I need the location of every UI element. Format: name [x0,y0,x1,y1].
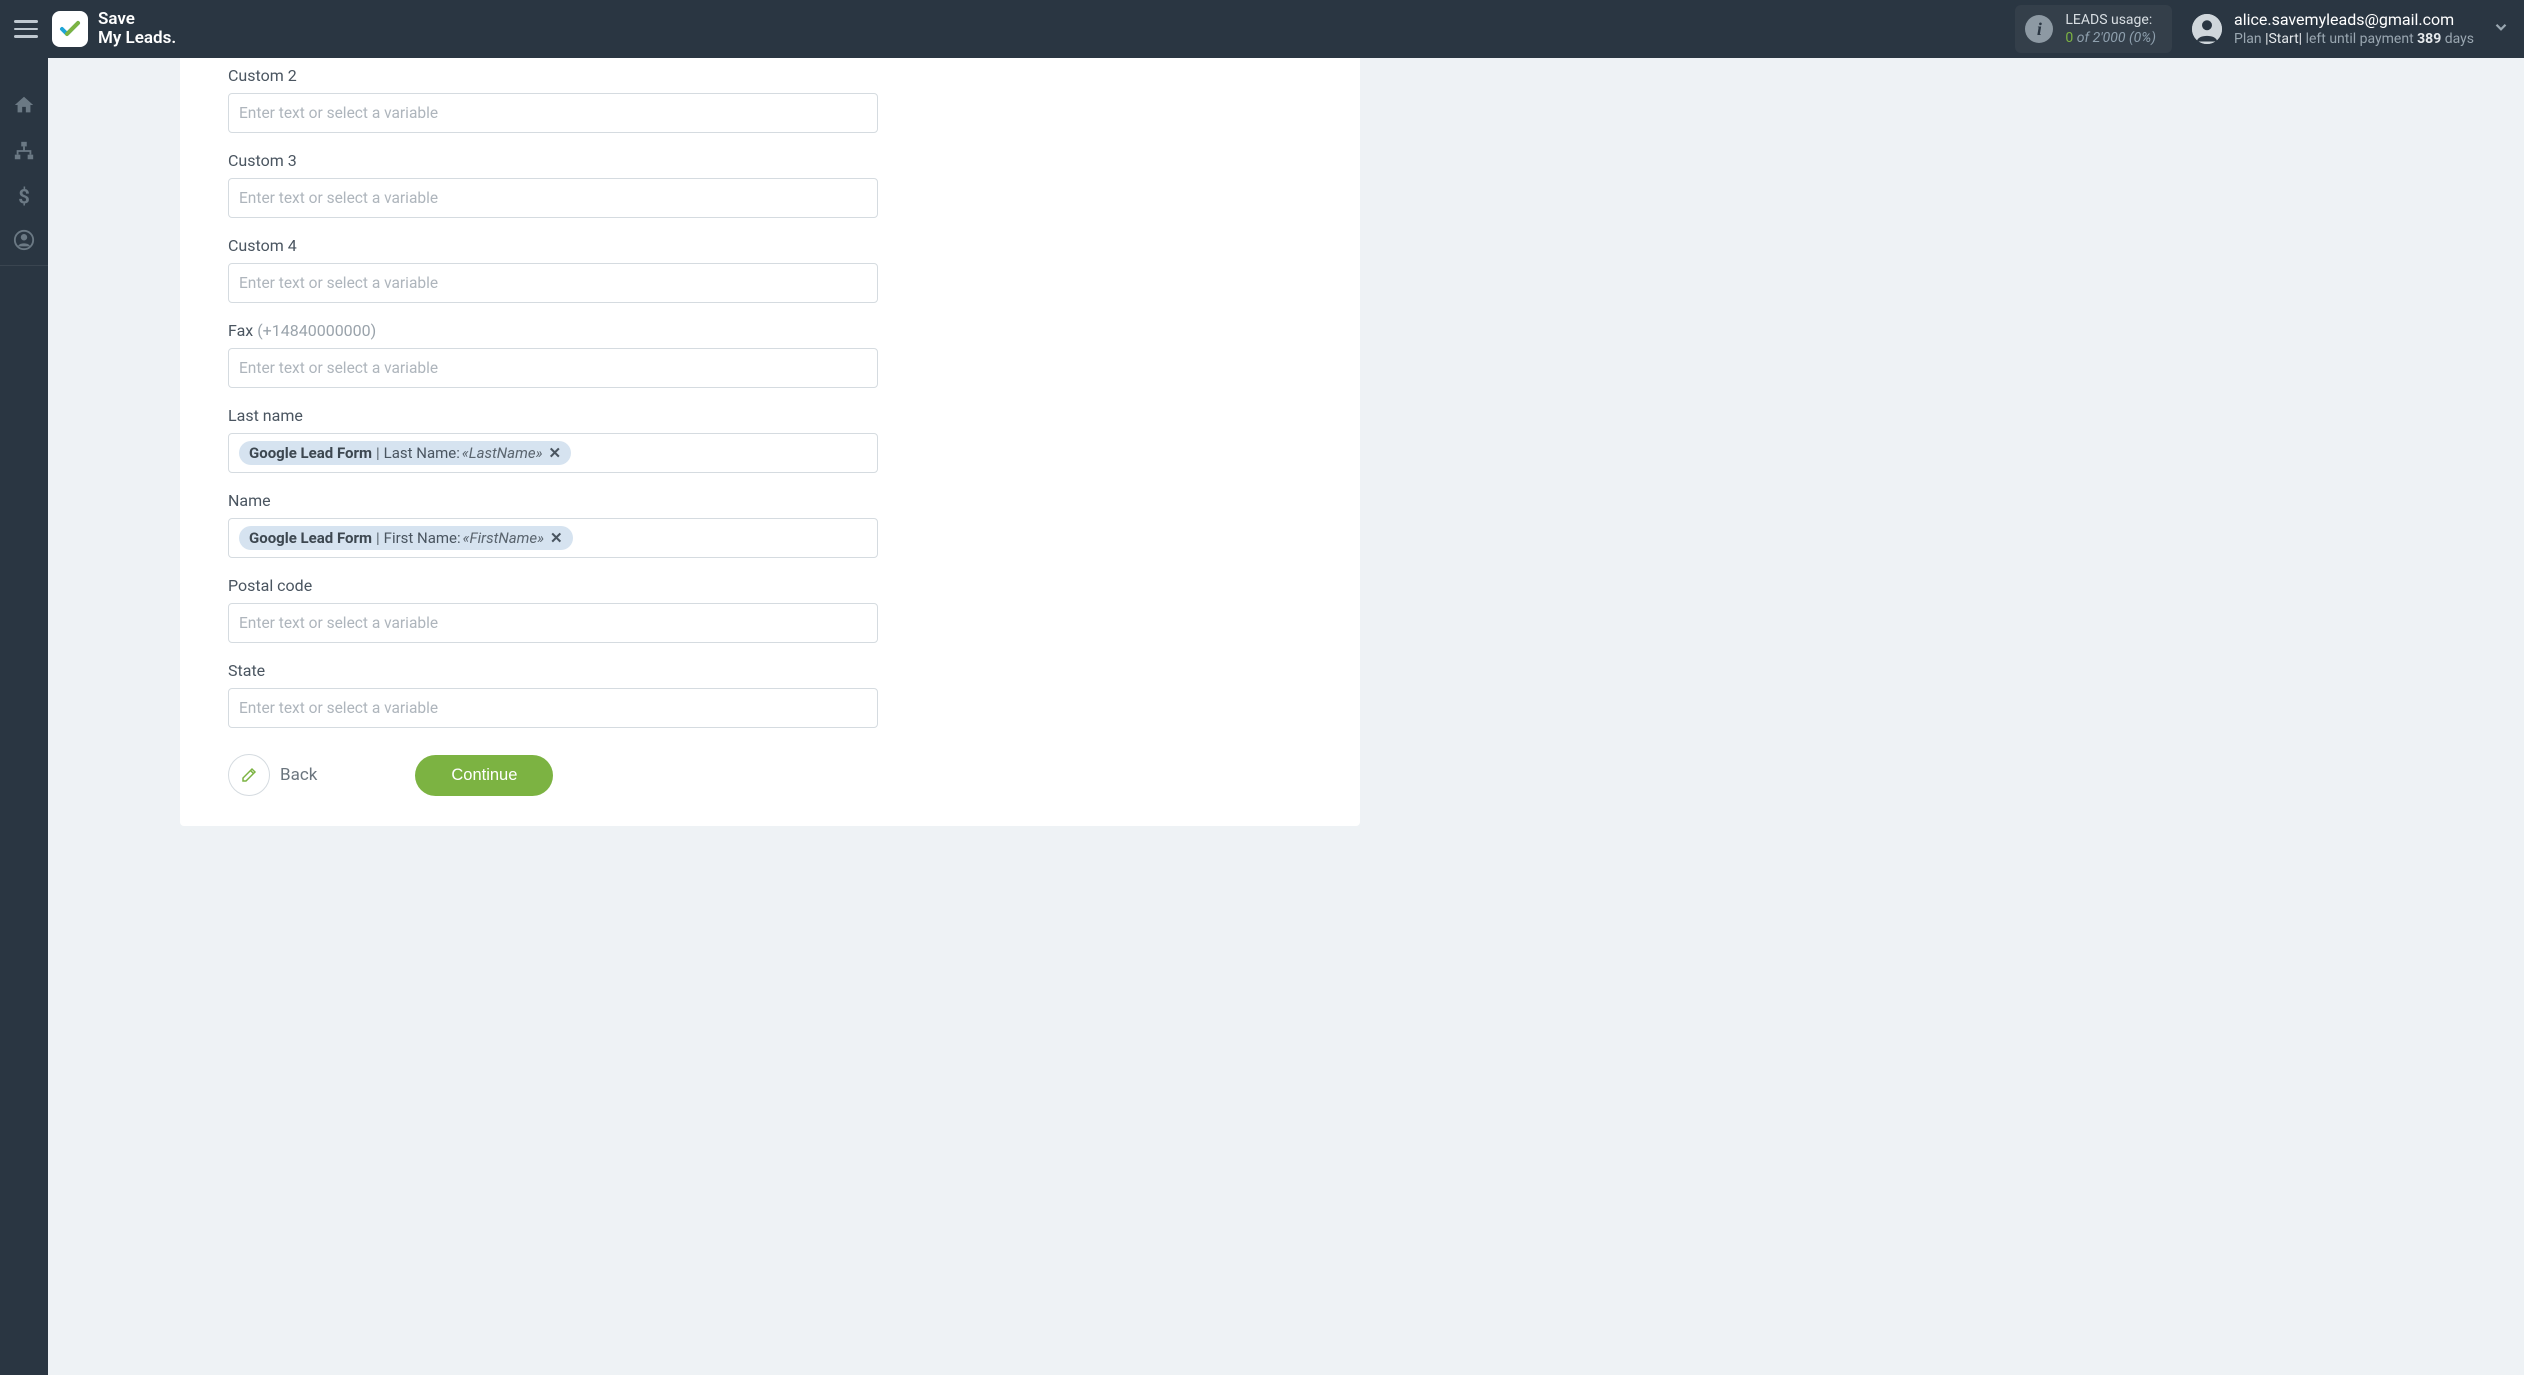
sidebar-billing[interactable]: $ [0,174,48,220]
form-field: State Enter text or select a variable [228,661,1312,728]
field-label: Custom 2 [228,66,1312,85]
app-logo[interactable] [52,11,88,47]
account-panel[interactable]: alice.savemyleads@gmail.com Plan |Start|… [2192,9,2474,49]
chip-var: «FirstName» [463,529,544,547]
sidebar-connections[interactable] [0,128,48,174]
field-input[interactable]: Google Lead Form | Last Name: «LastName»… [228,433,878,473]
account-text: alice.savemyleads@gmail.com Plan |Start|… [2234,9,2474,49]
chip-remove-icon[interactable]: ✕ [550,529,563,547]
chip-field: First Name: [384,529,461,547]
field-label: Postal code [228,576,1312,595]
form-field: Custom 3 Enter text or select a variable [228,151,1312,218]
usage-title: LEADS usage: [2065,11,2156,29]
form-field: Custom 2 Enter text or select a variable [228,66,1312,133]
usage-current: 0 [2065,30,2073,46]
placeholder-text: Enter text or select a variable [239,699,438,717]
variable-chip[interactable]: Google Lead Form | First Name: «FirstNam… [239,526,573,550]
variable-chip[interactable]: Google Lead Form | Last Name: «LastName»… [239,441,571,465]
chip-field: Last Name: [384,444,460,462]
field-input[interactable]: Enter text or select a variable [228,263,878,303]
brand-line2: My Leads. [98,29,176,48]
field-input[interactable]: Enter text or select a variable [228,688,878,728]
back-label: Back [280,765,317,785]
usage-panel[interactable]: i LEADS usage: 0 of 2'000 (0%) [2015,5,2172,53]
continue-button[interactable]: Continue [415,755,553,796]
form-field: Postal code Enter text or select a variab… [228,576,1312,643]
field-label: Last name [228,406,1312,425]
usage-pct: (0%) [2129,30,2156,46]
placeholder-text: Enter text or select a variable [239,104,438,122]
account-plan: Plan |Start| left until payment 389 days [2234,30,2474,49]
usage-numbers: 0 of 2'000 (0%) [2065,29,2156,47]
field-input[interactable]: Enter text or select a variable [228,348,878,388]
app-header: Save My Leads. i LEADS usage: 0 of 2'000… [0,0,2524,58]
form-card: Custom 2Enter text or select a variableC… [180,58,1360,826]
chip-source: Google Lead Form [249,529,372,547]
brand-line1: Save [98,10,176,29]
svg-text:$: $ [18,186,30,208]
edit-icon [228,754,270,796]
field-input[interactable]: Google Lead Form | First Name: «FirstNam… [228,518,878,558]
field-label: State [228,661,1312,680]
placeholder-text: Enter text or select a variable [239,189,438,207]
placeholder-text: Enter text or select a variable [239,274,438,292]
field-label: Custom 4 [228,236,1312,255]
back-button[interactable]: Back [228,754,317,796]
form-field: Name Google Lead Form | First Name: «Firs… [228,491,1312,558]
info-icon: i [2025,15,2053,43]
chip-var: «LastName» [462,444,543,462]
placeholder-text: Enter text or select a variable [239,359,438,377]
sidebar: $ [0,58,48,1375]
field-label: Name [228,491,1312,510]
chip-remove-icon[interactable]: ✕ [548,444,561,462]
form-field: Fax (+14840000000) Enter text or select a… [228,321,1312,388]
account-email: alice.savemyleads@gmail.com [2234,9,2474,31]
chip-source: Google Lead Form [249,444,372,462]
field-input[interactable]: Enter text or select a variable [228,178,878,218]
chevron-down-icon[interactable] [2492,18,2510,40]
field-label: Custom 3 [228,151,1312,170]
avatar-icon [2192,14,2222,44]
field-input[interactable]: Enter text or select a variable [228,93,878,133]
main-content: Custom 2Enter text or select a variableC… [48,58,2524,856]
sidebar-account[interactable] [0,220,48,266]
brand-text: Save My Leads. [98,10,176,47]
field-hint: (+14840000000) [253,321,376,340]
field-input[interactable]: Enter text or select a variable [228,603,878,643]
sidebar-home[interactable] [0,82,48,128]
field-label: Fax (+14840000000) [228,321,1312,340]
usage-text: LEADS usage: 0 of 2'000 (0%) [2065,11,2156,47]
form-field: Last name Google Lead Form | Last Name: «… [228,406,1312,473]
form-actions: Back Continue [228,754,1312,796]
menu-toggle[interactable] [14,17,38,41]
placeholder-text: Enter text or select a variable [239,614,438,632]
form-field: Custom 4 Enter text or select a variable [228,236,1312,303]
